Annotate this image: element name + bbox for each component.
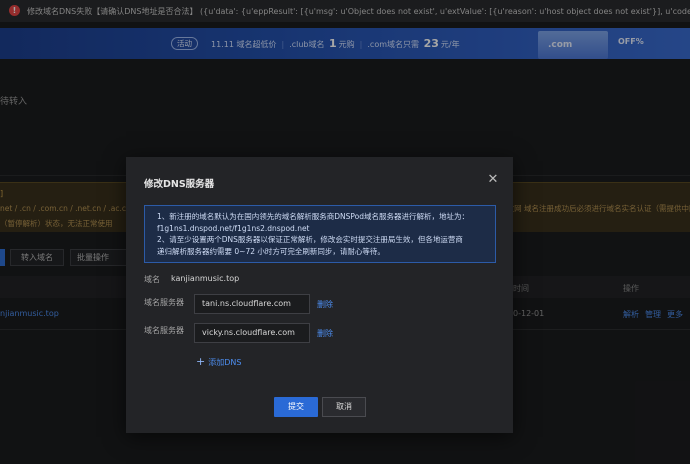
add-dns-button[interactable]: + 添加DNS — [196, 355, 241, 368]
delete-dns-2-button[interactable]: 删除 — [317, 328, 333, 339]
dns-server-input-2[interactable]: vicky.ns.cloudflare.com — [194, 323, 310, 343]
submit-button[interactable]: 提交 — [274, 397, 318, 417]
delete-dns-1-button[interactable]: 删除 — [317, 299, 333, 310]
dns-server-label-2: 域名服务器 — [144, 326, 184, 335]
plus-icon: + — [196, 355, 206, 368]
dialog-title: 修改DNS服务器 — [144, 179, 215, 190]
add-dns-label: 添加DNS — [208, 358, 242, 367]
info-line-2: f1g1ns1.dnspod.net/f1g1ns2.dnspod.net — [157, 223, 310, 233]
info-line-1: 1、新注册的域名默认为在国内领先的域名解析服务商DNSPod域名服务器进行解析，… — [157, 212, 470, 221]
domain-label: 域名 — [144, 275, 160, 284]
info-line-4: 递归解析服务器约需要 0~72 小时方可完全刷新同步，请耐心等待。 — [157, 246, 385, 256]
dns-server-label-1: 域名服务器 — [144, 298, 184, 307]
screen: ! 修改域名DNS失败【请确认DNS地址是否合法】 ({u'data': {u'… — [0, 0, 690, 464]
cancel-button[interactable]: 取消 — [322, 397, 366, 417]
modify-dns-dialog: 修改DNS服务器 ✕ 1、新注册的域名默认为在国内领先的域名解析服务商DNSPo… — [126, 157, 513, 433]
info-line-3: 2、请至少设置两个DNS服务器以保证正常解析，修改会实时提交注册局生效，但各地运… — [157, 235, 463, 244]
info-box: 1、新注册的域名默认为在国内领先的域名解析服务商DNSPod域名服务器进行解析，… — [144, 205, 496, 263]
dns-server-input-1[interactable]: tani.ns.cloudflare.com — [194, 294, 310, 314]
domain-value: kanjianmusic.top — [171, 274, 240, 283]
close-icon[interactable]: ✕ — [487, 173, 499, 186]
